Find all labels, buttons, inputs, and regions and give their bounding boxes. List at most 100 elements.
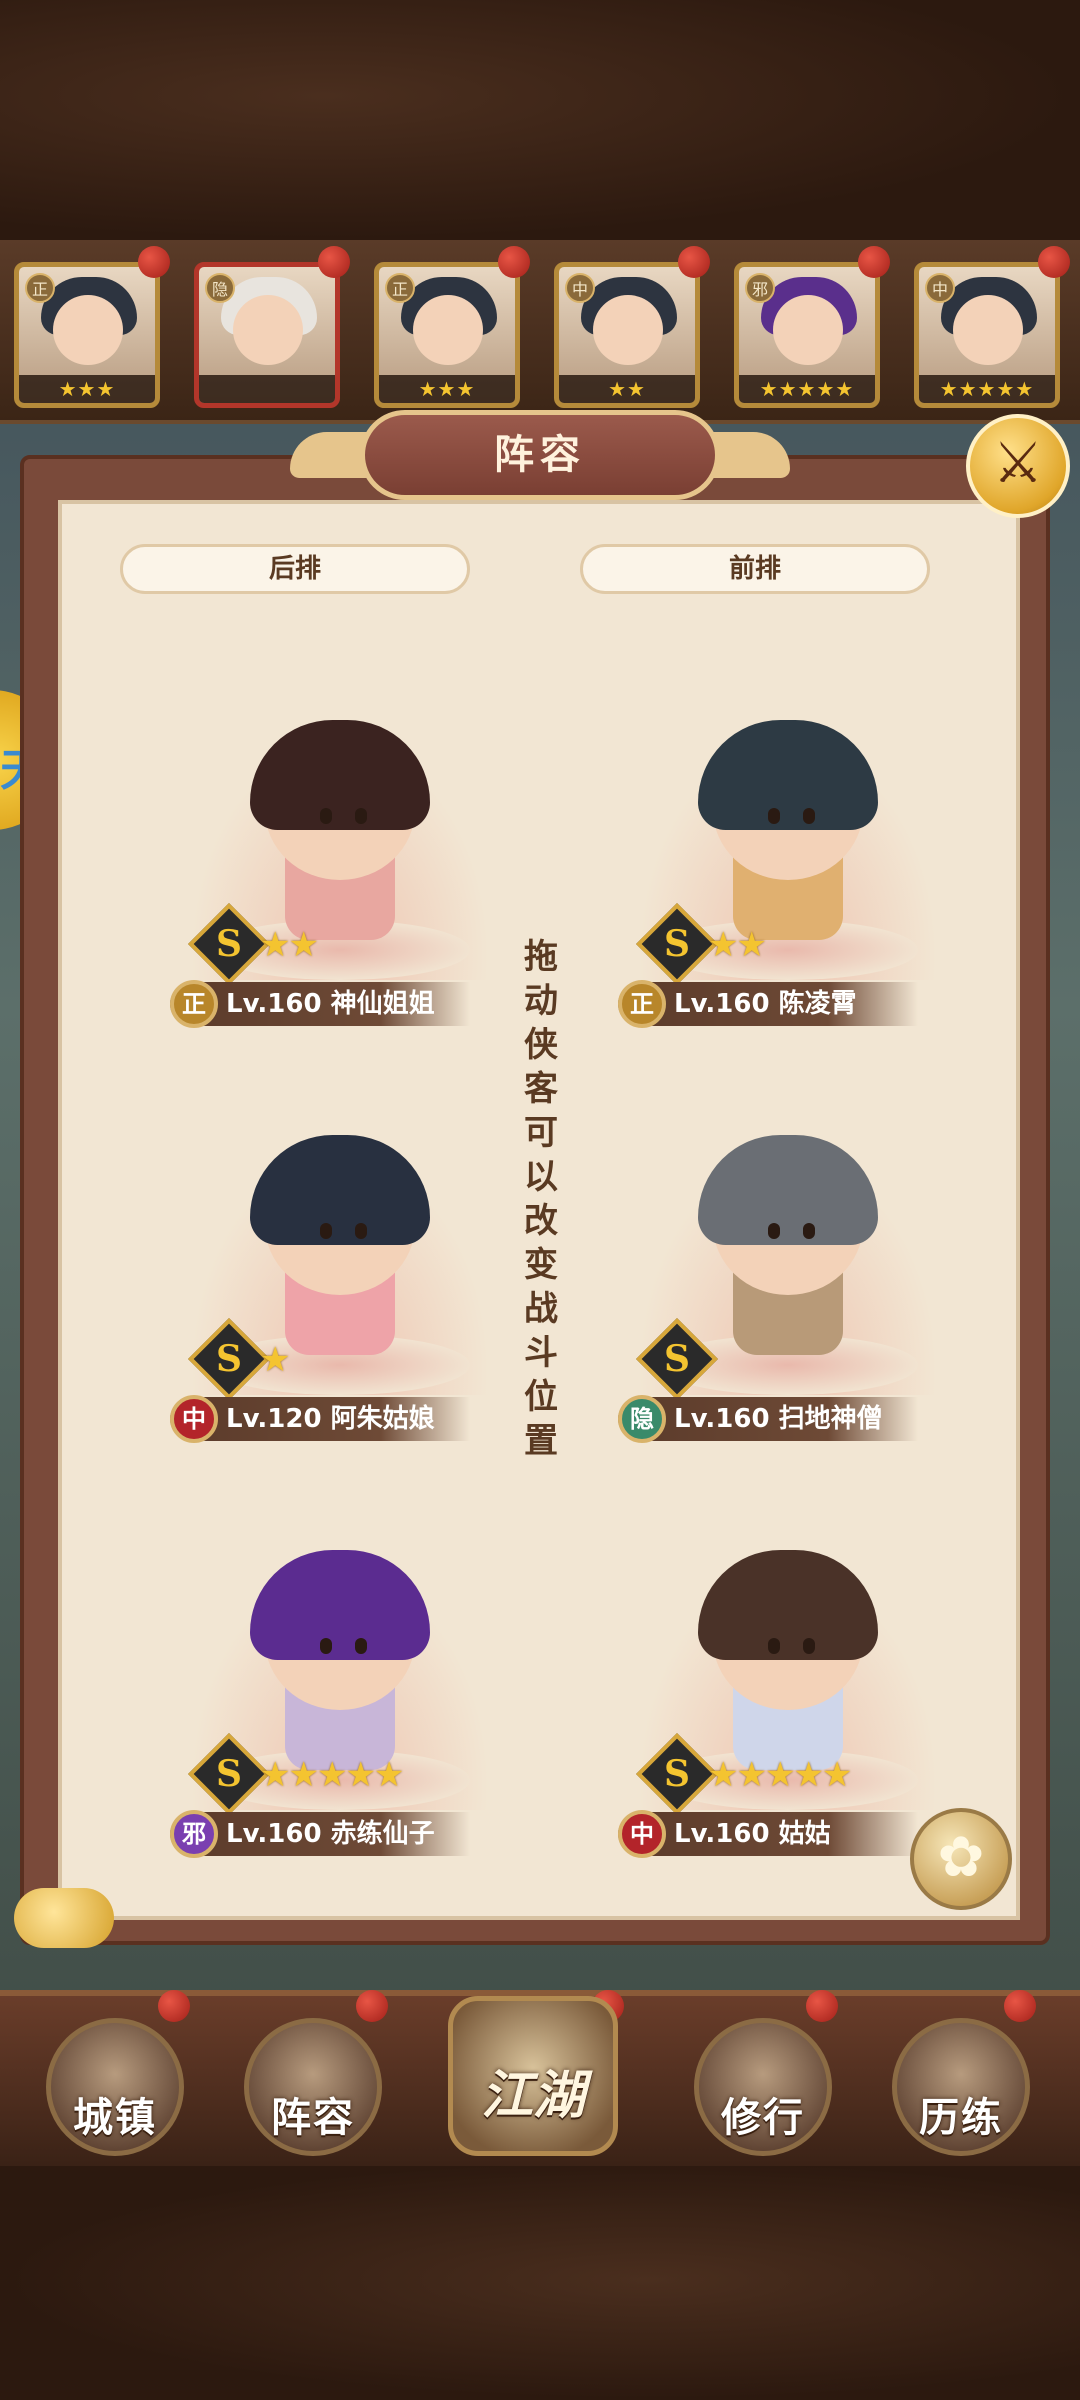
hero-hair bbox=[250, 1135, 430, 1245]
hero-eye bbox=[320, 808, 332, 824]
hero-eye bbox=[320, 1638, 332, 1654]
front-row-header: 前排 bbox=[580, 544, 930, 594]
hint-char: 变 bbox=[524, 1245, 558, 1285]
hint-char: 侠 bbox=[524, 1025, 558, 1065]
hint-char: 客 bbox=[524, 1069, 558, 1109]
nav-jianghu-label: 江湖 bbox=[480, 2066, 585, 2126]
hint-char: 改 bbox=[524, 1201, 558, 1241]
hero-slot[interactable]: S ★ Lv.120 阿朱姑娘中 bbox=[170, 1135, 510, 1443]
nav-trial[interactable]: 历练 bbox=[892, 2018, 1030, 2156]
hint-char: 战 bbox=[524, 1289, 558, 1329]
rank-letter: S bbox=[664, 1338, 690, 1380]
hint-char: 以 bbox=[524, 1157, 558, 1197]
hero-name: Lv.160 姑姑 bbox=[674, 1819, 831, 1849]
portrait-face bbox=[53, 295, 123, 365]
nav-lineup-label: 阵容 bbox=[271, 2095, 355, 2141]
roster-hero-portrait[interactable]: 隐 bbox=[194, 262, 340, 408]
hero-hair bbox=[698, 1550, 878, 1660]
hint-char: 动 bbox=[524, 981, 558, 1021]
top-background bbox=[0, 0, 1080, 240]
faction-badge: 隐 bbox=[618, 1395, 666, 1443]
hero-eye bbox=[355, 1638, 367, 1654]
panel-title: 阵容 bbox=[360, 410, 720, 500]
roster-hero-portrait[interactable]: 邪 ★★★★★ bbox=[734, 262, 880, 408]
hero-eye bbox=[320, 1223, 332, 1239]
portrait-face bbox=[233, 295, 303, 365]
notification-dot bbox=[858, 246, 890, 278]
notification-dot bbox=[1004, 1990, 1036, 2022]
nav-trial-label: 历练 bbox=[919, 2095, 1003, 2141]
hero-name: Lv.160 扫地神僧 bbox=[674, 1404, 883, 1434]
star-rating bbox=[199, 375, 335, 403]
roster-hero-portrait[interactable]: 正 ★★★ bbox=[374, 262, 520, 408]
star-rating: ★★★★★ bbox=[708, 1755, 852, 1795]
rank-letter: S bbox=[216, 923, 242, 965]
faction-badge: 邪 bbox=[745, 273, 775, 303]
hero-name: Lv.120 阿朱姑娘 bbox=[226, 1404, 435, 1434]
rank-letter: S bbox=[216, 1338, 242, 1380]
portrait-face bbox=[953, 295, 1023, 365]
faction-badge: 正 bbox=[25, 273, 55, 303]
portrait-face bbox=[593, 295, 663, 365]
faction-badge: 中 bbox=[170, 1395, 218, 1443]
star-rating: ★★ bbox=[260, 925, 319, 965]
rank-letter: S bbox=[664, 1753, 690, 1795]
notification-dot bbox=[678, 246, 710, 278]
faction-badge: 中 bbox=[925, 273, 955, 303]
hero-hair bbox=[250, 1550, 430, 1660]
nav-cultivate[interactable]: 修行 bbox=[694, 2018, 832, 2156]
flower-menu-button[interactable]: ✿ bbox=[910, 1808, 1012, 1910]
hero-slot[interactable]: S ★★ Lv.160 陈凌霄正 bbox=[618, 720, 958, 1028]
hero-name: Lv.160 赤练仙子 bbox=[226, 1819, 435, 1849]
hint-char: 拖 bbox=[524, 937, 558, 977]
hero-slot[interactable]: S Lv.160 扫地神僧隐 bbox=[618, 1135, 958, 1443]
hero-eye bbox=[768, 1638, 780, 1654]
drag-hint-text: 拖动侠客可以改变战斗位置 bbox=[518, 935, 564, 1463]
portrait-face bbox=[773, 295, 843, 365]
hint-char: 可 bbox=[524, 1113, 558, 1153]
star-rating: ★★★ bbox=[379, 375, 515, 403]
roster-hero-portrait[interactable]: 中 ★★★★★ bbox=[914, 262, 1060, 408]
hero-eye bbox=[803, 808, 815, 824]
notification-dot bbox=[158, 1990, 190, 2022]
star-rating: ★★ bbox=[708, 925, 767, 965]
star-rating: ★★★★★ bbox=[919, 375, 1055, 403]
back-row-header: 后排 bbox=[120, 544, 470, 594]
nav-cultivate-label: 修行 bbox=[721, 2095, 805, 2141]
faction-badge: 正 bbox=[385, 273, 415, 303]
star-rating: ★ bbox=[260, 1340, 291, 1380]
faction-badge: 中 bbox=[618, 1810, 666, 1858]
roster-hero-portrait[interactable]: 中 ★★ bbox=[554, 262, 700, 408]
hero-slot[interactable]: S ★★★★★ Lv.160 赤练仙子邪 bbox=[170, 1550, 510, 1858]
cloud-decoration bbox=[14, 1888, 114, 1948]
faction-badge: 正 bbox=[618, 980, 666, 1028]
hero-slot[interactable]: S ★★★★★ Lv.160 姑姑中 bbox=[618, 1550, 958, 1858]
hero-slot[interactable]: S ★★ Lv.160 神仙姐姐正 bbox=[170, 720, 510, 1028]
notification-dot bbox=[138, 246, 170, 278]
hero-eye bbox=[803, 1223, 815, 1239]
nav-lineup[interactable]: 阵容 bbox=[244, 2018, 382, 2156]
notification-dot bbox=[498, 246, 530, 278]
nav-jianghu[interactable]: 江湖 bbox=[448, 1996, 618, 2156]
notification-dot bbox=[1038, 246, 1070, 278]
hero-eye bbox=[768, 1223, 780, 1239]
hero-eye bbox=[355, 808, 367, 824]
close-button[interactable]: ⚔ bbox=[966, 414, 1070, 518]
faction-badge: 正 bbox=[170, 980, 218, 1028]
faction-badge: 隐 bbox=[205, 273, 235, 303]
star-rating: ★★★★★ bbox=[260, 1755, 404, 1795]
star-rating: ★★★ bbox=[19, 375, 155, 403]
hint-char: 位 bbox=[524, 1377, 558, 1417]
roster-hero-portrait[interactable]: 正 ★★★ bbox=[14, 262, 160, 408]
faction-badge: 中 bbox=[565, 273, 595, 303]
portrait-face bbox=[413, 295, 483, 365]
notification-dot bbox=[806, 1990, 838, 2022]
faction-badge: 邪 bbox=[170, 1810, 218, 1858]
hero-eye bbox=[803, 1638, 815, 1654]
star-rating: ★★★★★ bbox=[739, 375, 875, 403]
star-rating: ★★ bbox=[559, 375, 695, 403]
hero-hair bbox=[250, 720, 430, 830]
hero-eye bbox=[768, 808, 780, 824]
rank-letter: S bbox=[664, 923, 690, 965]
nav-town[interactable]: 城镇 bbox=[46, 2018, 184, 2156]
